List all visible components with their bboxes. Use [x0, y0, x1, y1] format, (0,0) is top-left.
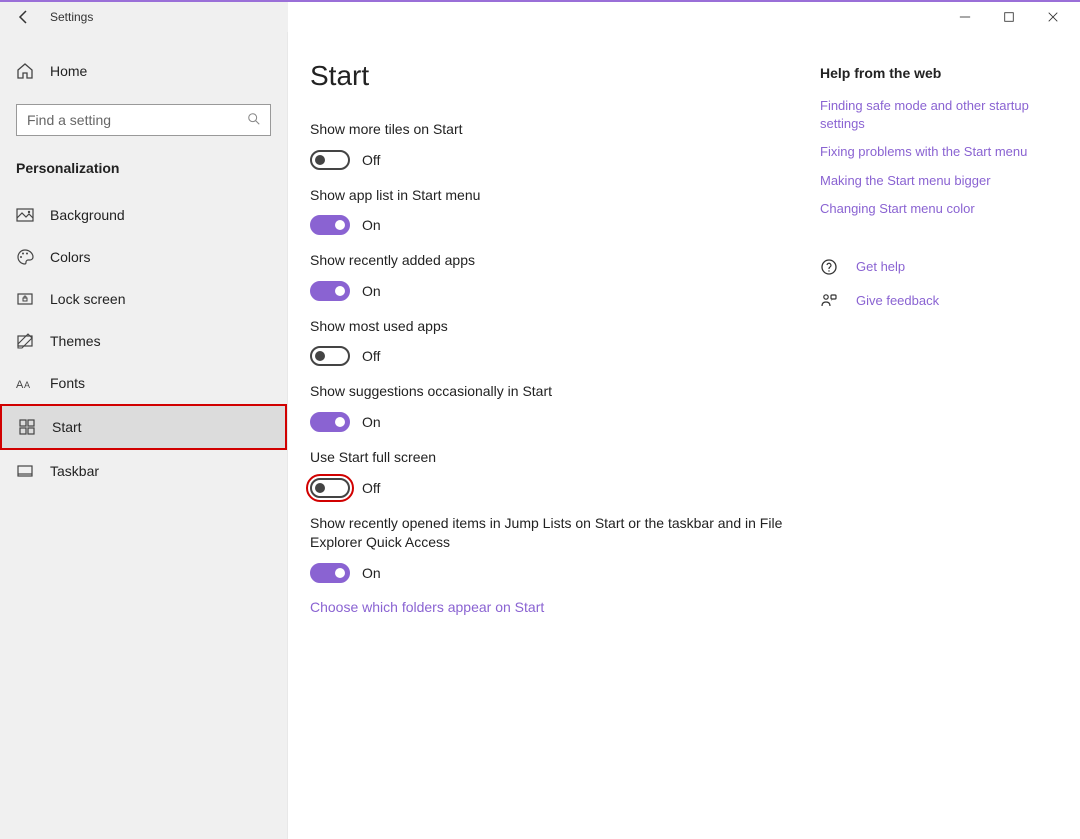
- toggle-state: Off: [362, 152, 380, 168]
- minimize-button[interactable]: [958, 10, 972, 24]
- start-icon: [18, 418, 36, 436]
- setting-full-screen: Use Start full screen Off: [310, 448, 820, 498]
- toggle-state: On: [362, 217, 381, 233]
- sidebar-item-fonts[interactable]: AA Fonts: [0, 362, 287, 404]
- search-input[interactable]: [16, 104, 271, 136]
- content-main: Start Show more tiles on Start Off Show …: [310, 60, 820, 839]
- toggle-row: On: [310, 412, 820, 432]
- close-button[interactable]: [1046, 10, 1060, 24]
- toggle-recently-added[interactable]: [310, 281, 350, 301]
- window-title: Settings: [50, 10, 93, 24]
- setting-label: Show suggestions occasionally in Start: [310, 382, 820, 402]
- aside-title: Help from the web: [820, 65, 1050, 81]
- sidebar: Home Personalization Background Colors: [0, 32, 288, 839]
- sidebar-item-start[interactable]: Start: [0, 404, 287, 450]
- close-icon: [1047, 11, 1059, 23]
- setting-jump-lists: Show recently opened items in Jump Lists…: [310, 514, 820, 583]
- question-icon: [820, 258, 838, 276]
- content-aside: Help from the web Finding safe mode and …: [820, 60, 1050, 839]
- svg-text:A: A: [24, 380, 30, 390]
- setting-label: Show app list in Start menu: [310, 186, 820, 206]
- toggle-row: Off: [310, 150, 820, 170]
- aside-link-menu-color[interactable]: Changing Start menu color: [820, 200, 1050, 218]
- get-help-link[interactable]: Get help: [856, 259, 905, 274]
- setting-most-used: Show most used apps Off: [310, 317, 820, 367]
- sidebar-item-label: Background: [50, 207, 125, 223]
- toggle-show-app-list[interactable]: [310, 215, 350, 235]
- setting-label: Show recently opened items in Jump Lists…: [310, 514, 820, 553]
- maximize-button[interactable]: [1002, 10, 1016, 24]
- sidebar-item-colors[interactable]: Colors: [0, 236, 287, 278]
- content: Start Show more tiles on Start Off Show …: [288, 32, 1080, 839]
- toggle-row: On: [310, 563, 820, 583]
- toggle-row: Off: [310, 346, 820, 366]
- search-box: [16, 104, 271, 136]
- toggle-jump-lists[interactable]: [310, 563, 350, 583]
- home-label: Home: [50, 63, 87, 79]
- toggle-row: Off: [310, 478, 820, 498]
- setting-label: Use Start full screen: [310, 448, 820, 468]
- setting-show-more-tiles: Show more tiles on Start Off: [310, 120, 820, 170]
- sidebar-item-taskbar[interactable]: Taskbar: [0, 450, 287, 492]
- aside-link-bigger-menu[interactable]: Making the Start menu bigger: [820, 172, 1050, 190]
- toggle-row: On: [310, 281, 820, 301]
- toggle-state: On: [362, 283, 381, 299]
- toggle-state: On: [362, 414, 381, 430]
- arrow-left-icon: [16, 9, 32, 25]
- feedback-row: Give feedback: [820, 292, 1050, 310]
- sidebar-item-label: Fonts: [50, 375, 85, 391]
- setting-label: Show most used apps: [310, 317, 820, 337]
- toggle-row: On: [310, 215, 820, 235]
- palette-icon: [16, 248, 34, 266]
- toggle-suggestions[interactable]: [310, 412, 350, 432]
- sidebar-item-label: Start: [52, 419, 82, 435]
- picture-icon: [16, 206, 34, 224]
- get-help-row: Get help: [820, 258, 1050, 276]
- toggle-show-more-tiles[interactable]: [310, 150, 350, 170]
- window-controls: [958, 10, 1080, 24]
- toggle-full-screen[interactable]: [310, 478, 350, 498]
- toggle-state: Off: [362, 348, 380, 364]
- toggle-state: Off: [362, 480, 380, 496]
- fonts-icon: AA: [16, 374, 34, 392]
- back-button[interactable]: [16, 9, 32, 25]
- titlebar-left: Settings: [0, 9, 958, 25]
- titlebar: Settings: [0, 0, 1080, 32]
- sidebar-item-label: Taskbar: [50, 463, 99, 479]
- themes-icon: [16, 332, 34, 350]
- sidebar-item-label: Lock screen: [50, 291, 125, 307]
- sidebar-item-background[interactable]: Background: [0, 194, 287, 236]
- sidebar-item-label: Colors: [50, 249, 90, 265]
- sidebar-item-label: Themes: [50, 333, 101, 349]
- aside-link-safe-mode[interactable]: Finding safe mode and other startup sett…: [820, 97, 1050, 133]
- feedback-icon: [820, 292, 838, 310]
- feedback-link[interactable]: Give feedback: [856, 293, 939, 308]
- setting-show-app-list: Show app list in Start menu On: [310, 186, 820, 236]
- setting-label: Show more tiles on Start: [310, 120, 820, 140]
- home-icon: [16, 62, 34, 80]
- maximize-icon: [1003, 11, 1015, 23]
- main: Home Personalization Background Colors: [0, 32, 1080, 839]
- sidebar-item-themes[interactable]: Themes: [0, 320, 287, 362]
- page-title: Start: [310, 60, 820, 92]
- setting-suggestions: Show suggestions occasionally in Start O…: [310, 382, 820, 432]
- section-title: Personalization: [0, 160, 287, 194]
- taskbar-icon: [16, 462, 34, 480]
- lock-screen-icon: [16, 290, 34, 308]
- svg-text:A: A: [16, 379, 24, 391]
- aside-link-fixing-problems[interactable]: Fixing problems with the Start menu: [820, 143, 1050, 161]
- sidebar-item-lock-screen[interactable]: Lock screen: [0, 278, 287, 320]
- toggle-state: On: [362, 565, 381, 581]
- choose-folders-link[interactable]: Choose which folders appear on Start: [310, 599, 820, 615]
- minimize-icon: [959, 11, 971, 23]
- setting-recently-added: Show recently added apps On: [310, 251, 820, 301]
- setting-label: Show recently added apps: [310, 251, 820, 271]
- search-icon: [247, 112, 263, 128]
- toggle-most-used[interactable]: [310, 346, 350, 366]
- home-button[interactable]: Home: [0, 54, 287, 88]
